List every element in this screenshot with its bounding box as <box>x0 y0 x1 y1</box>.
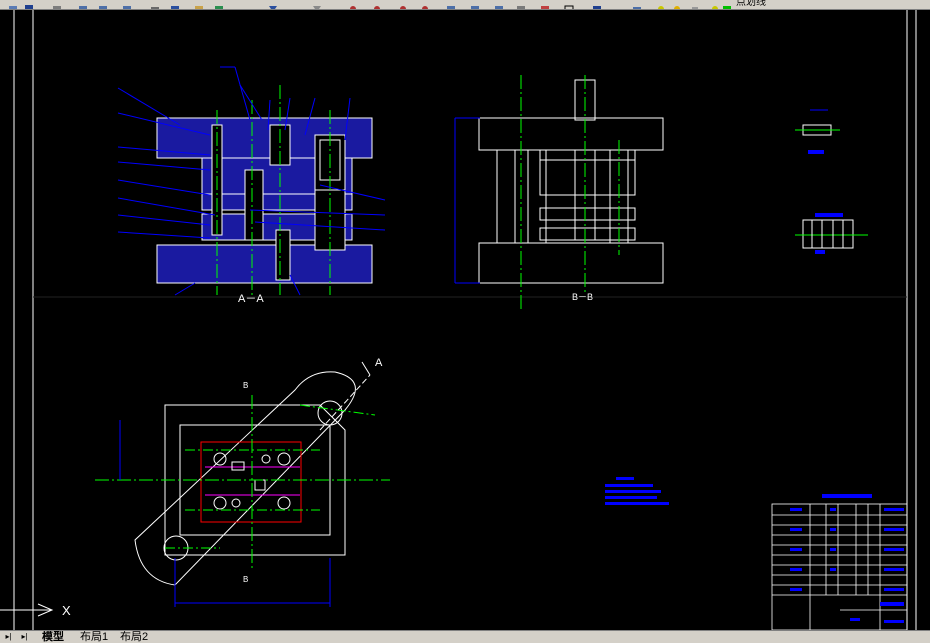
sun-icon[interactable] <box>672 0 682 9</box>
sheet-set-icon[interactable] <box>494 0 504 9</box>
view-b-bottom-label: B <box>243 575 248 584</box>
side-section-view: B－B <box>454 75 664 310</box>
save-icon[interactable] <box>24 0 34 9</box>
color-swatch-icon[interactable] <box>722 0 732 9</box>
technical-notes-block <box>605 477 669 505</box>
table-icon[interactable] <box>564 0 574 9</box>
help-icon[interactable] <box>592 0 602 9</box>
tab-nav-first-button[interactable]: ▸| <box>4 632 13 642</box>
markup-icon[interactable] <box>516 0 526 9</box>
tool-palette-icon[interactable] <box>470 0 480 9</box>
light-bulb-icon[interactable] <box>656 0 666 9</box>
print-icon[interactable] <box>8 0 18 9</box>
chevron-down-icon[interactable] <box>268 0 278 9</box>
drawing-frame <box>13 10 917 630</box>
tab-model[interactable]: 模型 <box>42 631 64 643</box>
title-block <box>771 494 908 630</box>
section-b-label: B－B <box>572 292 593 302</box>
undo-icon[interactable] <box>150 0 160 9</box>
ucs-x-label: X <box>62 603 71 618</box>
layer-icon[interactable] <box>632 0 642 9</box>
zoom-previous-icon[interactable] <box>398 0 408 9</box>
ucs-icon: X <box>0 603 71 618</box>
top-plan-view: A B B <box>95 357 390 607</box>
view-b-top-label: B <box>243 381 248 390</box>
layout-tabs-bar: ▸| ▸| 模型 布局1 布局2 <box>0 630 930 643</box>
light-bulb-icon[interactable] <box>710 0 720 9</box>
paste-icon[interactable] <box>98 0 108 9</box>
front-section-view: A－A <box>117 66 386 305</box>
calculator-icon[interactable] <box>540 0 550 9</box>
layer-name-text[interactable]: 点划线 <box>736 0 766 8</box>
view-a-label: A <box>375 357 383 369</box>
chevron-down-icon[interactable] <box>312 0 322 9</box>
copy-icon[interactable] <box>78 0 88 9</box>
zoom-window-icon[interactable] <box>372 0 382 9</box>
section-a-label: A－A <box>238 293 264 305</box>
tab-layout1[interactable]: 布局1 <box>80 631 108 643</box>
zoom-icon[interactable] <box>214 0 224 9</box>
design-center-icon[interactable] <box>446 0 456 9</box>
match-properties-icon[interactable] <box>122 0 132 9</box>
cad-drawing: A－A B－B A B B X <box>0 10 917 630</box>
lock-icon[interactable] <box>690 0 700 9</box>
zoom-realtime-icon[interactable] <box>348 0 358 9</box>
model-space-canvas[interactable]: A－A B－B A B B X <box>0 10 930 630</box>
detail-views <box>795 109 868 254</box>
tab-layout2[interactable]: 布局2 <box>120 631 148 643</box>
tab-nav-next-button[interactable]: ▸| <box>20 632 29 642</box>
redo-icon[interactable] <box>170 0 180 9</box>
pan-icon[interactable] <box>194 0 204 9</box>
standard-toolbar: 点划线 <box>0 0 930 10</box>
cut-icon[interactable] <box>52 0 62 9</box>
properties-icon[interactable] <box>420 0 430 9</box>
